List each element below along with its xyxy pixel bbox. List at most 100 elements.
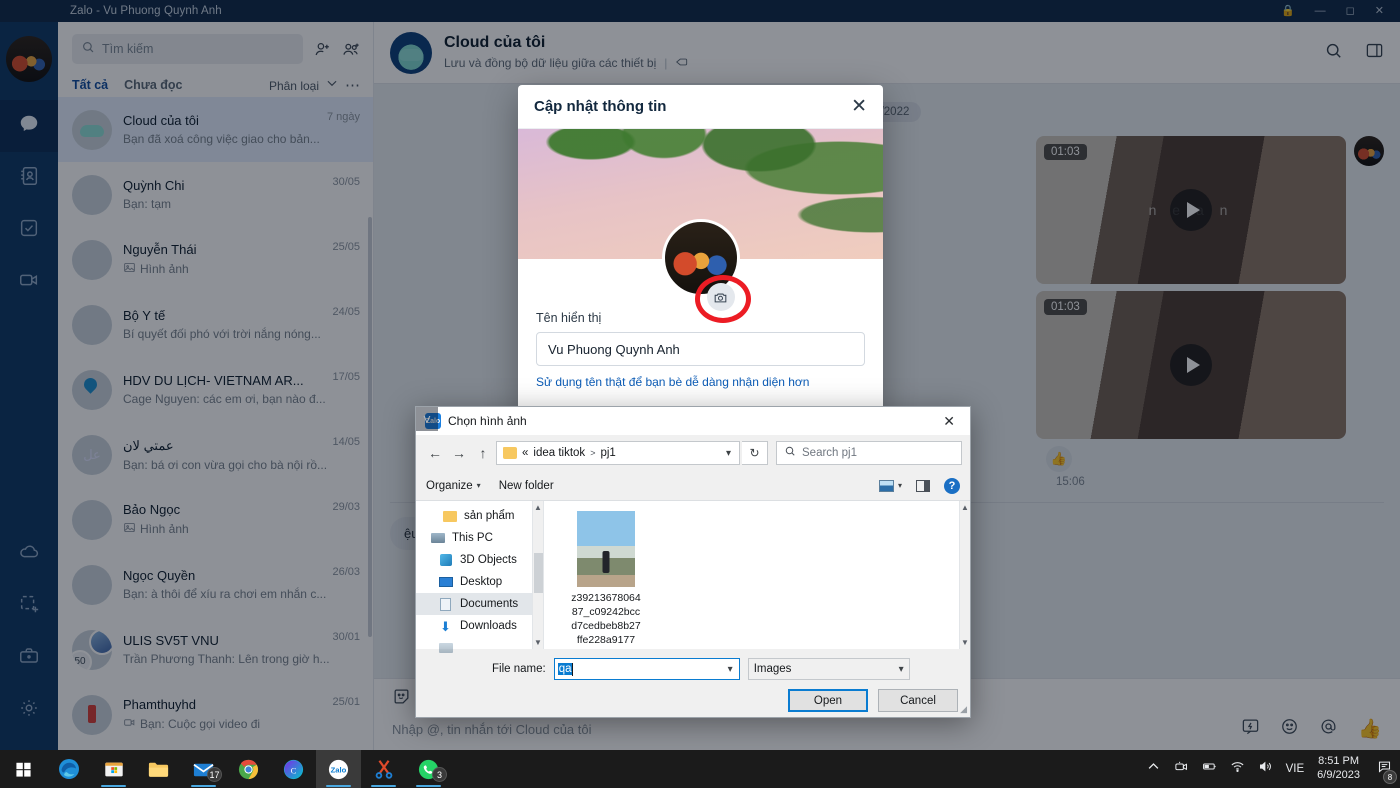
- scroll-down-icon[interactable]: ▼: [533, 636, 543, 649]
- refresh-button[interactable]: ↻: [742, 441, 768, 465]
- chevron-down-icon: ▾: [898, 663, 904, 675]
- taskbar-item-canva[interactable]: C: [271, 750, 316, 788]
- scrollbar-thumb[interactable]: [534, 553, 543, 593]
- tree-item-documents[interactable]: Documents: [416, 593, 543, 615]
- tree-item-downloads[interactable]: ⬇ Downloads: [416, 615, 543, 637]
- show-hidden-icons-icon[interactable]: [1146, 759, 1161, 779]
- file-name-value: qa: [557, 663, 573, 675]
- music-icon: [438, 641, 453, 655]
- tree-item-label: sản phẩm: [464, 510, 515, 522]
- open-button[interactable]: Open: [788, 689, 868, 712]
- taskbar-item-file-explorer[interactable]: [136, 750, 181, 788]
- camera-privacy-icon[interactable]: [1174, 759, 1189, 779]
- svg-text:C: C: [291, 765, 297, 775]
- tree-item-san-pham[interactable]: sản phẩm: [416, 505, 543, 527]
- tree-item-3d-objects[interactable]: 3D Objects: [416, 549, 543, 571]
- running-indicator: [101, 785, 126, 787]
- cancel-button[interactable]: Cancel: [878, 689, 958, 712]
- forward-button[interactable]: →: [448, 441, 470, 465]
- taskbar-item-whatsapp[interactable]: 3: [406, 750, 451, 788]
- file-search-placeholder: Search pj1: [802, 447, 857, 459]
- taskbar-item-edge[interactable]: [46, 750, 91, 788]
- back-button[interactable]: ←: [424, 441, 446, 465]
- navigation-tree[interactable]: sản phẩm This PC 3D Objects Desktop Docu…: [416, 501, 544, 653]
- breadcrumb-segment-2[interactable]: pj1: [600, 447, 615, 459]
- chevron-down-icon: ▾: [897, 481, 902, 490]
- volume-icon[interactable]: [1258, 759, 1273, 779]
- file-name-row: File name: qa ▾ Images ▾: [428, 658, 958, 680]
- close-icon[interactable]: ✕: [934, 413, 964, 430]
- chevron-down-icon[interactable]: ▾: [728, 664, 736, 675]
- chevron-right-icon: >: [590, 448, 596, 458]
- up-button[interactable]: ↑: [472, 441, 494, 465]
- taskbar-badge: 3: [432, 767, 447, 782]
- close-icon[interactable]: ✕: [851, 97, 867, 116]
- desktop-icon: [438, 575, 453, 589]
- cube-icon: [438, 553, 453, 567]
- recent-locations-button[interactable]: ˅: [416, 407, 438, 431]
- notification-badge: 8: [1383, 770, 1397, 784]
- view-controls: ▾ ?: [878, 477, 960, 494]
- tree-item-label: Downloads: [460, 620, 517, 632]
- taskbar-item-chrome[interactable]: [226, 750, 271, 788]
- search-icon: [784, 444, 796, 462]
- file-item[interactable]: z3921367806487_c09242bccd7cedbeb8b27ffe2…: [570, 511, 642, 647]
- scroll-up-icon[interactable]: ▲: [960, 501, 970, 514]
- file-list[interactable]: z3921367806487_c09242bccd7cedbeb8b27ffe2…: [544, 501, 970, 649]
- chevron-down-icon: ▾: [476, 481, 481, 490]
- display-name-input[interactable]: Vu Phuong Quynh Anh: [536, 332, 865, 366]
- file-type-value: Images: [753, 663, 792, 675]
- file-picker-command-bar: Organize ▾ New folder ▾ ?: [416, 471, 970, 501]
- file-list-scrollbar[interactable]: ▲ ▼: [959, 501, 970, 649]
- tree-item-partial[interactable]: [416, 637, 543, 659]
- display-name-hint: Sử dụng tên thật để bạn bè dễ dàng nhận …: [536, 375, 810, 389]
- tree-item-desktop[interactable]: Desktop: [416, 571, 543, 593]
- organize-label: Organize: [426, 479, 473, 492]
- clock-time: 8:51 PM: [1318, 755, 1360, 768]
- breadcrumb-segment-1[interactable]: idea tiktok: [533, 447, 585, 459]
- taskbar-item-snipping-tool[interactable]: [361, 750, 406, 788]
- new-folder-button[interactable]: New folder: [499, 480, 554, 492]
- clock[interactable]: 8:51 PM 6/9/2023: [1317, 755, 1360, 783]
- battery-icon[interactable]: [1202, 759, 1217, 779]
- notifications-icon[interactable]: 8: [1377, 759, 1397, 784]
- scroll-up-icon[interactable]: ▲: [533, 501, 543, 514]
- running-indicator: [416, 785, 441, 787]
- display-name-value: Vu Phuong Quynh Anh: [548, 341, 680, 357]
- language-indicator[interactable]: VIE: [1286, 763, 1305, 775]
- file-name-label: z3921367806487_c09242bccd7cedbeb8b27ffe2…: [571, 592, 641, 646]
- tree-item-label: Desktop: [460, 576, 503, 588]
- file-search-input[interactable]: Search pj1: [776, 441, 962, 465]
- document-icon: [438, 597, 453, 611]
- update-profile-dialog: Cập nhật thông tin ✕ Tên hiển thị Vu Phu…: [518, 85, 883, 410]
- taskbar-item-mail[interactable]: 17: [181, 750, 226, 788]
- breadcrumb[interactable]: « idea tiktok > pj1 ▾: [496, 441, 740, 465]
- tree-item-label: This PC: [452, 532, 493, 544]
- running-indicator: [326, 785, 351, 787]
- running-indicator: [371, 785, 396, 787]
- folder-icon: [442, 509, 457, 523]
- pc-icon: [430, 531, 445, 545]
- tree-item-this-pc[interactable]: This PC: [416, 527, 543, 549]
- file-type-select[interactable]: Images ▾: [747, 658, 910, 680]
- help-icon[interactable]: ?: [944, 477, 960, 494]
- file-picker-buttons: Open Cancel: [428, 689, 958, 712]
- cover-photo[interactable]: [518, 129, 883, 323]
- taskbar-item-microsoft-store[interactable]: [91, 750, 136, 788]
- start-button[interactable]: [0, 750, 46, 788]
- preview-pane-icon[interactable]: [916, 479, 930, 492]
- file-thumbnail: [577, 511, 635, 587]
- organize-button[interactable]: Organize ▾: [426, 480, 481, 492]
- breadcrumb-dropdown-icon[interactable]: ▾: [722, 448, 735, 459]
- file-name-input[interactable]: qa ▾: [553, 658, 740, 680]
- taskbar-badge: 17: [207, 767, 222, 782]
- tree-scrollbar[interactable]: ▲ ▼: [532, 501, 543, 649]
- view-mode-button[interactable]: ▾: [878, 479, 902, 492]
- svg-text:Zalo: Zalo: [331, 765, 347, 774]
- wifi-icon[interactable]: [1230, 759, 1245, 779]
- taskbar-item-zalo[interactable]: Zalo: [316, 750, 361, 788]
- change-avatar-camera-icon[interactable]: [706, 283, 735, 311]
- resize-grip-icon[interactable]: ◢: [960, 704, 967, 715]
- scroll-down-icon[interactable]: ▼: [960, 636, 970, 649]
- file-name-label: File name:: [492, 663, 546, 675]
